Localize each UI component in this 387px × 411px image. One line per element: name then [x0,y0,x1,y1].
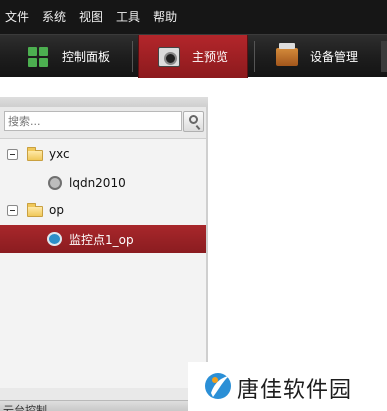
search-button[interactable] [183,111,204,132]
tree-node-group[interactable]: op [0,197,206,225]
menu-bar: 文件 系统 视图 工具 帮助 [0,0,387,34]
tab-control-panel-label: 控制面板 [62,50,111,64]
collapse-icon[interactable] [7,149,18,160]
toolbar-divider [254,41,255,72]
folder-icon [27,147,43,161]
watermark: 唐佳软件园 [188,362,387,411]
main-toolbar: 控制面板 主预览 设备管理 [0,34,387,78]
tab-device-manager[interactable]: 设备管理 [276,35,358,78]
collapse-icon[interactable] [7,205,18,216]
tree-node-label: lqdn2010 [69,176,126,190]
tab-main-preview-label: 主预览 [192,50,229,64]
ptz-control-header[interactable]: 云台控制 [0,400,206,411]
control-panel-icon [28,46,50,67]
toolbar-divider [132,41,133,72]
tab-device-manager-label: 设备管理 [310,50,359,64]
tree-node-device[interactable]: lqdn2010 [0,169,206,197]
panel-header [0,97,208,107]
tree-node-label: 监控点1_op [69,233,134,247]
search-row [0,110,208,134]
menu-help[interactable]: 帮助 [153,0,177,34]
toolbar-edge [381,41,387,72]
device-icon [48,176,62,190]
ptz-control-label: 云台控制 [3,404,47,411]
device-manager-icon [276,42,298,67]
tab-control-panel[interactable]: 控制面板 [28,35,110,78]
camera-preview-icon [158,46,180,67]
device-tree: yxc lqdn2010 op 监控点1_op [0,138,206,388]
menu-system[interactable]: 系统 [42,0,66,34]
watermark-text: 唐佳软件园 [237,378,353,403]
resource-panel: yxc lqdn2010 op 监控点1_op 云台控制 [0,97,208,411]
menu-file[interactable]: 文件 [5,0,29,34]
tree-node-group[interactable]: yxc [0,141,206,169]
search-input[interactable] [4,111,182,131]
folder-icon [27,203,43,217]
tab-main-preview[interactable]: 主预览 [138,35,248,78]
camera-icon [47,232,62,246]
menu-view[interactable]: 视图 [79,0,103,34]
tree-node-label: yxc [49,147,70,161]
tree-node-label: op [49,203,64,217]
tree-node-camera-selected[interactable]: 监控点1_op [0,225,206,253]
search-icon [189,115,198,124]
watermark-logo-icon [205,373,231,399]
menu-tools[interactable]: 工具 [116,0,140,34]
